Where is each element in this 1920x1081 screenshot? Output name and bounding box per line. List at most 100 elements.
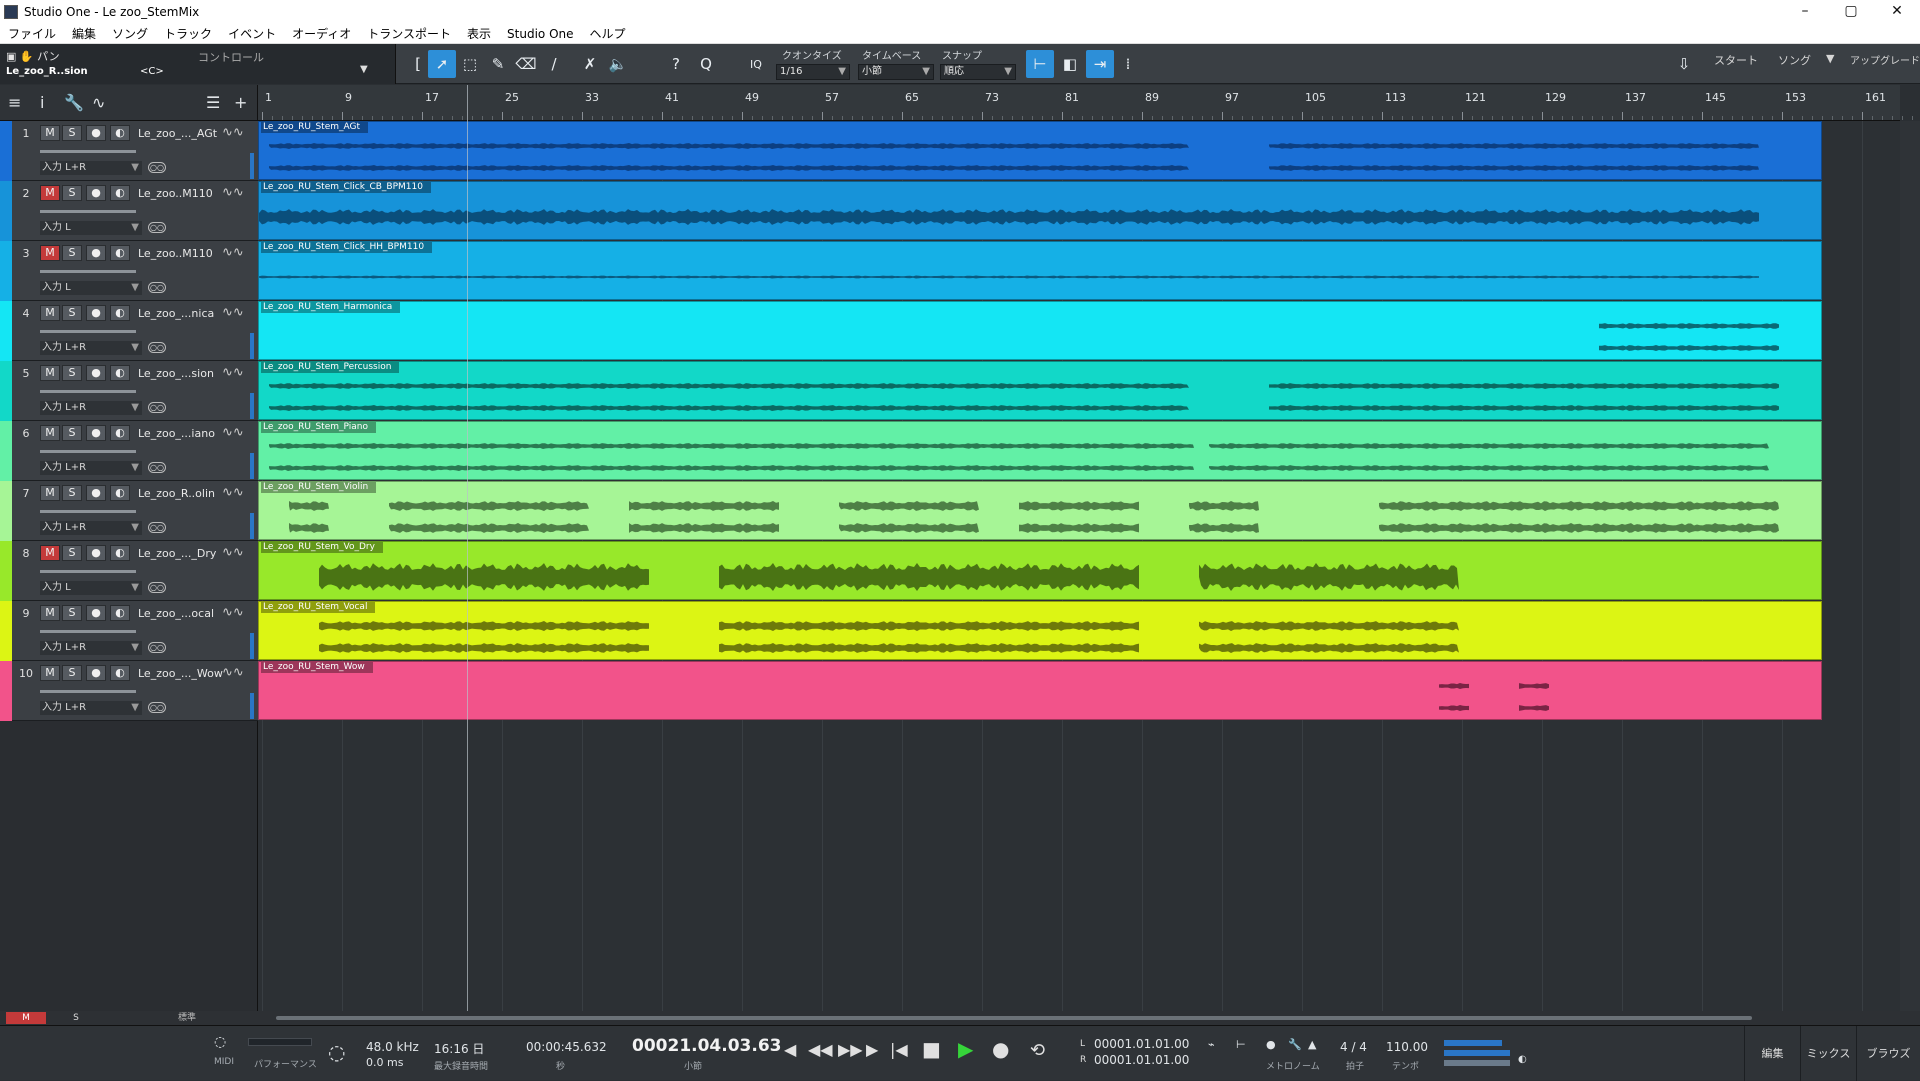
solo-all-button[interactable]: S — [56, 1011, 96, 1025]
input-monitor-icon[interactable]: ○○ — [148, 642, 166, 653]
track-name[interactable]: Le_zoo..M110 — [138, 247, 213, 260]
volume-fader[interactable] — [40, 690, 136, 693]
volume-fader[interactable] — [40, 450, 136, 453]
input-select[interactable]: 入力 L+R ▼ — [40, 521, 142, 535]
edit-view-button[interactable]: 編集 — [1744, 1026, 1800, 1081]
track-name[interactable]: Le_zoo_...sion — [138, 367, 214, 380]
snap-events-icon[interactable]: ◧ — [1056, 50, 1084, 78]
track-name[interactable]: Le_zoo..M110 — [138, 187, 213, 200]
input-select[interactable]: 入力 L+R ▼ — [40, 161, 142, 175]
mute-button[interactable]: M — [40, 425, 60, 441]
track-header[interactable]: 1 M S ● ◐ Le_zoo_..._AGt ∿∿ 入力 L+R ▼ ○○ — [0, 121, 258, 181]
input-monitor-icon[interactable]: ○○ — [148, 342, 166, 353]
output-monitor-icon[interactable]: ◐ — [1518, 1054, 1527, 1065]
audio-clip[interactable]: Le_zoo_RU_Stem_Click_HH_BPM110 — [258, 241, 1822, 300]
metronome-settings-icon[interactable]: 🔧 — [1288, 1038, 1302, 1051]
menu-item-8[interactable]: Studio One — [499, 27, 581, 41]
audio-clip[interactable]: Le_zoo_RU_Stem_Harmonica — [258, 301, 1822, 360]
volume-fader[interactable] — [40, 150, 136, 153]
scrollbar-thumb[interactable] — [276, 1016, 1752, 1020]
input-monitor-icon[interactable]: ○○ — [148, 582, 166, 593]
mute-button[interactable]: M — [40, 305, 60, 321]
minimize-button[interactable]: – — [1782, 0, 1828, 24]
input-monitor-icon[interactable]: ○○ — [148, 702, 166, 713]
song-button[interactable]: ソング — [1778, 52, 1811, 68]
play-icon[interactable]: ▶ — [958, 1037, 973, 1061]
sync-icon[interactable]: ◌ — [328, 1040, 345, 1064]
audio-clip[interactable]: Le_zoo_RU_Stem_Violin — [258, 481, 1822, 540]
menu-item-4[interactable]: イベント — [220, 25, 284, 42]
timeline-ruler[interactable]: 1 9 17 25 33 41 49 57 65 73 81 89 97 105 113 121 129 137 1… — [258, 85, 1913, 121]
monitor-icon[interactable]: ◐ — [110, 365, 130, 381]
list-icon[interactable]: ☰ — [206, 93, 220, 112]
chevron-down-icon[interactable]: ▼ — [360, 64, 368, 75]
song-dropdown-icon[interactable]: ▼ — [1826, 52, 1834, 65]
track-header[interactable]: 3 M S ● ◐ Le_zoo..M110 ∿∿ 入力 L ▼ ○○ — [0, 241, 258, 301]
volume-fader[interactable] — [40, 510, 136, 513]
precount-icon[interactable]: ⌁ — [1208, 1038, 1215, 1051]
volume-fader[interactable] — [40, 390, 136, 393]
track-header[interactable]: 2 M S ● ◐ Le_zoo..M110 ∿∿ 入力 L ▼ ○○ — [0, 181, 258, 241]
menu-item-0[interactable]: ファイル — [0, 25, 64, 42]
mute-all-button[interactable]: M — [6, 1012, 46, 1024]
stop-icon[interactable]: ■ — [922, 1037, 941, 1061]
input-monitor-icon[interactable]: ○○ — [148, 222, 166, 233]
listen-tool-icon[interactable]: 🔈 — [604, 50, 632, 78]
record-arm-icon[interactable]: ● — [86, 485, 106, 501]
iq-button[interactable]: IQ — [742, 50, 770, 78]
range-tool-icon[interactable]: ⬚ — [456, 50, 484, 78]
volume-fader[interactable] — [40, 210, 136, 213]
input-select[interactable]: 入力 L ▼ — [40, 581, 142, 595]
mute-button[interactable]: M — [40, 545, 60, 561]
track-name[interactable]: Le_zoo_..._Wow — [138, 667, 223, 680]
audio-clip[interactable]: Le_zoo_RU_Stem_Vocal — [258, 601, 1822, 660]
track-name[interactable]: Le_zoo_..._Dry — [138, 547, 216, 560]
info-icon[interactable]: i — [40, 93, 44, 112]
browse-view-button[interactable]: ブラウズ — [1856, 1026, 1920, 1081]
autoscroll-icon[interactable]: ⇥ — [1086, 50, 1114, 78]
paint-tool-icon[interactable]: / — [540, 50, 568, 78]
split-cursor-icon[interactable]: ⁞ — [1114, 50, 1142, 78]
input-monitor-icon[interactable]: ○○ — [148, 402, 166, 413]
solo-button[interactable]: S — [62, 305, 82, 321]
audio-clip[interactable]: Le_zoo_RU_Stem_Vo_Dry — [258, 541, 1822, 600]
input-monitor-icon[interactable]: ○○ — [148, 282, 166, 293]
time-signature[interactable]: 4 / 4 — [1340, 1040, 1367, 1054]
loop-start[interactable]: 00001.01.01.00 — [1094, 1037, 1189, 1051]
timebase-select[interactable]: 小節 ▼ — [858, 64, 934, 80]
prev-marker-icon[interactable]: ◀ — [784, 1040, 796, 1059]
volume-fader[interactable] — [40, 630, 136, 633]
track-header[interactable]: 6 M S ● ◐ Le_zoo_...iano ∿∿ 入力 L+R ▼ ○○ — [0, 421, 258, 481]
record-arm-icon[interactable]: ● — [86, 245, 106, 261]
mute-button[interactable]: M — [40, 185, 60, 201]
record-arm-icon[interactable]: ● — [86, 605, 106, 621]
track-header[interactable]: 5 M S ● ◐ Le_zoo_...sion ∿∿ 入力 L+R ▼ ○○ — [0, 361, 258, 421]
solo-button[interactable]: S — [62, 665, 82, 681]
record-arm-icon[interactable]: ● — [86, 185, 106, 201]
tempo-value[interactable]: 110.00 — [1386, 1040, 1428, 1054]
loop-icon[interactable]: ⟲ — [1030, 1040, 1045, 1061]
volume-fader[interactable] — [40, 270, 136, 273]
mute-button[interactable]: M — [40, 605, 60, 621]
help-icon[interactable]: ? — [662, 50, 690, 78]
input-select[interactable]: 入力 L+R ▼ — [40, 401, 142, 415]
track-height-select[interactable]: 標準 — [178, 1011, 196, 1025]
record-arm-icon[interactable]: ● — [86, 305, 106, 321]
download-icon[interactable]: ⇩ — [1670, 50, 1698, 78]
wrench-icon[interactable]: 🔧 — [64, 93, 84, 112]
start-page-button[interactable]: スタート — [1714, 52, 1758, 68]
record-arm-icon[interactable]: ● — [86, 125, 106, 141]
solo-button[interactable]: S — [62, 125, 82, 141]
record-arm-icon[interactable]: ● — [86, 665, 106, 681]
track-name[interactable]: Le_zoo_...nica — [138, 307, 214, 320]
mute-button[interactable]: M — [40, 665, 60, 681]
mute-button[interactable]: M — [40, 365, 60, 381]
monitor-icon[interactable]: ◐ — [110, 605, 130, 621]
audio-clip[interactable]: Le_zoo_RU_Stem_Piano — [258, 421, 1822, 480]
menu-item-7[interactable]: 表示 — [459, 25, 499, 42]
monitor-icon[interactable]: ◐ — [110, 545, 130, 561]
record-arm-icon[interactable]: ● — [86, 545, 106, 561]
input-monitor-icon[interactable]: ○○ — [148, 522, 166, 533]
snap-select[interactable]: 順応 ▼ — [940, 64, 1016, 80]
mute-button[interactable]: M — [40, 245, 60, 261]
